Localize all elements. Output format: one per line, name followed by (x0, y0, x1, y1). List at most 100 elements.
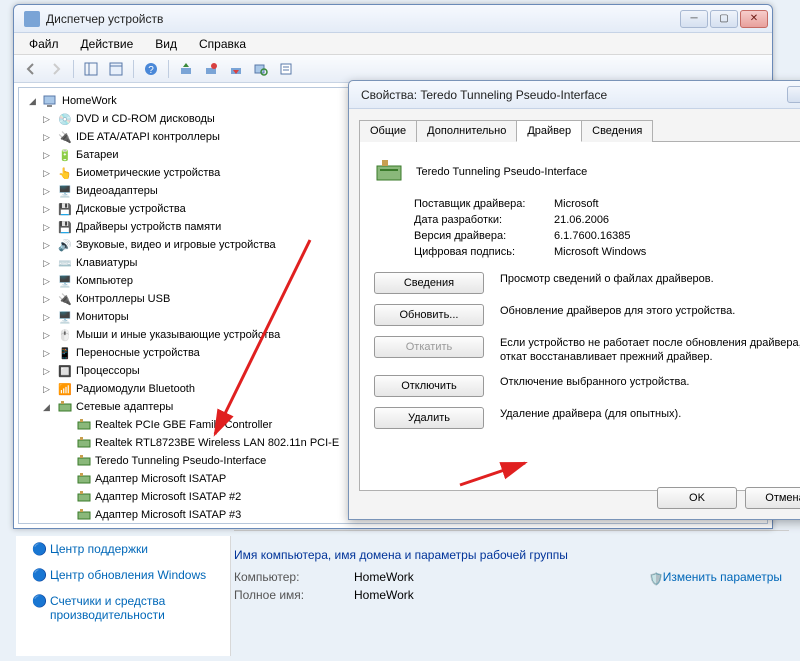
field-value: 6.1.7600.16385 (554, 230, 630, 242)
category-icon: 🔌 (57, 129, 73, 145)
network-adapter-icon (76, 453, 92, 469)
expand-icon[interactable]: ▷ (41, 168, 52, 179)
field-label: Поставщик драйвера: (414, 198, 554, 210)
properties-dialog: Свойства: Teredo Tunneling Pseudo-Interf… (348, 80, 800, 520)
network-adapter-icon (76, 471, 92, 487)
sidebar-link[interactable]: 🔵Центр обновления Windows (16, 562, 230, 588)
field-value: Microsoft Windows (554, 246, 646, 258)
update-driver-button[interactable] (175, 58, 197, 80)
forward-button[interactable] (45, 58, 67, 80)
network-adapter-icon (76, 417, 92, 433)
tab-details[interactable]: Сведения (581, 120, 653, 142)
field-label: Цифровая подпись: (414, 246, 554, 258)
window-title: Диспетчер устройств (46, 12, 680, 26)
uninstall-button[interactable] (200, 58, 222, 80)
expand-icon[interactable]: ▷ (41, 186, 52, 197)
category-icon: 💾 (57, 219, 73, 235)
computer-icon (43, 93, 59, 109)
network-adapter-icon (374, 156, 406, 188)
sidebar-link[interactable]: 🔵Центр поддержки (16, 536, 230, 562)
category-icon: 🖱️ (57, 327, 73, 343)
cancel-button[interactable]: Отмена (745, 487, 800, 509)
tab-panel-driver: Teredo Tunneling Pseudo-Interface Постав… (359, 141, 800, 491)
expand-icon[interactable]: ▷ (41, 330, 52, 341)
close-button[interactable]: ✕ (740, 10, 768, 28)
section-heading: Имя компьютера, имя домена и параметры р… (234, 548, 789, 562)
button-description: Просмотр сведений о файлах драйверов. (500, 272, 800, 286)
menu-action[interactable]: Действие (72, 34, 143, 54)
help-button[interactable]: ? (140, 58, 162, 80)
expand-icon[interactable]: ▷ (41, 312, 52, 323)
category-icon: 🖥️ (57, 309, 73, 325)
expand-icon[interactable]: ▷ (41, 366, 52, 377)
tab-strip: Общие Дополнительно Драйвер Сведения (359, 119, 800, 141)
button-description: Отключение выбранного устройства. (500, 375, 800, 389)
disable-button[interactable] (225, 58, 247, 80)
field-label: Дата разработки: (414, 214, 554, 226)
driver-action-button: Откатить (374, 336, 484, 358)
expand-icon[interactable]: ▷ (41, 276, 52, 287)
driver-action-button[interactable]: Сведения (374, 272, 484, 294)
dialog-title: Свойства: Teredo Tunneling Pseudo-Interf… (353, 88, 787, 102)
expand-icon[interactable]: ▷ (41, 348, 52, 359)
dialog-titlebar[interactable]: Свойства: Teredo Tunneling Pseudo-Interf… (349, 81, 800, 109)
tab-driver[interactable]: Драйвер (516, 120, 582, 142)
category-icon: 💿 (57, 111, 73, 127)
app-icon (24, 11, 40, 27)
category-icon: 🔌 (57, 291, 73, 307)
back-button[interactable] (20, 58, 42, 80)
toolbar: ? (14, 55, 772, 83)
expand-icon[interactable]: ▷ (41, 258, 52, 269)
category-icon: ⌨️ (57, 255, 73, 271)
network-adapter-icon (76, 507, 92, 523)
network-adapter-icon (76, 489, 92, 505)
titlebar[interactable]: Диспетчер устройств ─ ▢ ✕ (14, 5, 772, 33)
expand-icon[interactable]: ▷ (41, 114, 52, 125)
expand-icon[interactable]: ▷ (41, 294, 52, 305)
driver-action-button[interactable]: Обновить... (374, 304, 484, 326)
button-description: Если устройство не работает после обновл… (500, 336, 800, 365)
network-adapter-icon (57, 399, 73, 415)
category-icon: 👆 (57, 165, 73, 181)
ok-button[interactable]: OK (657, 487, 737, 509)
svg-text:?: ? (148, 65, 154, 76)
sidebar-link[interactable]: 🔵Счетчики и средства производительности (16, 588, 230, 628)
props-button[interactable] (275, 58, 297, 80)
category-icon: 🔋 (57, 147, 73, 163)
category-icon: 🔲 (57, 363, 73, 379)
button-description: Удаление драйвера (для опытных). (500, 407, 800, 421)
menu-view[interactable]: Вид (146, 34, 186, 54)
category-icon: 🔊 (57, 237, 73, 253)
scan-button[interactable] (250, 58, 272, 80)
expand-icon[interactable]: ▷ (41, 240, 52, 251)
expand-icon[interactable]: ▷ (41, 384, 52, 395)
field-label: Версия драйвера: (414, 230, 554, 242)
menubar: Файл Действие Вид Справка (14, 33, 772, 55)
button-description: Обновление драйверов для этого устройств… (500, 304, 800, 318)
menu-help[interactable]: Справка (190, 34, 255, 54)
collapse-icon[interactable]: ◢ (41, 402, 52, 413)
driver-action-button[interactable]: Удалить (374, 407, 484, 429)
expand-icon[interactable]: ▷ (41, 132, 52, 143)
driver-action-button[interactable]: Отключить (374, 375, 484, 397)
tab-advanced[interactable]: Дополнительно (416, 120, 517, 142)
menu-file[interactable]: Файл (20, 34, 68, 54)
expand-icon[interactable]: ▷ (41, 150, 52, 161)
device-name-label: Teredo Tunneling Pseudo-Interface (416, 166, 587, 178)
expand-icon[interactable]: ▷ (41, 222, 52, 233)
control-panel-sidebar: 🔵Центр поддержки 🔵Центр обновления Windo… (16, 536, 231, 656)
properties-button[interactable] (105, 58, 127, 80)
maximize-button[interactable]: ▢ (710, 10, 738, 28)
minimize-button[interactable]: ─ (680, 10, 708, 28)
expand-icon[interactable]: ▷ (41, 204, 52, 215)
collapse-icon[interactable]: ◢ (27, 96, 38, 107)
change-settings-link[interactable]: 🛡️Изменить параметры (649, 570, 782, 584)
dialog-close-button[interactable]: ✕ (787, 86, 800, 103)
tab-general[interactable]: Общие (359, 120, 417, 142)
show-hide-tree-button[interactable] (80, 58, 102, 80)
category-icon: 🖥️ (57, 273, 73, 289)
category-icon: 📶 (57, 381, 73, 397)
category-icon: 📱 (57, 345, 73, 361)
network-adapter-icon (76, 435, 92, 451)
category-icon: 🖥️ (57, 183, 73, 199)
